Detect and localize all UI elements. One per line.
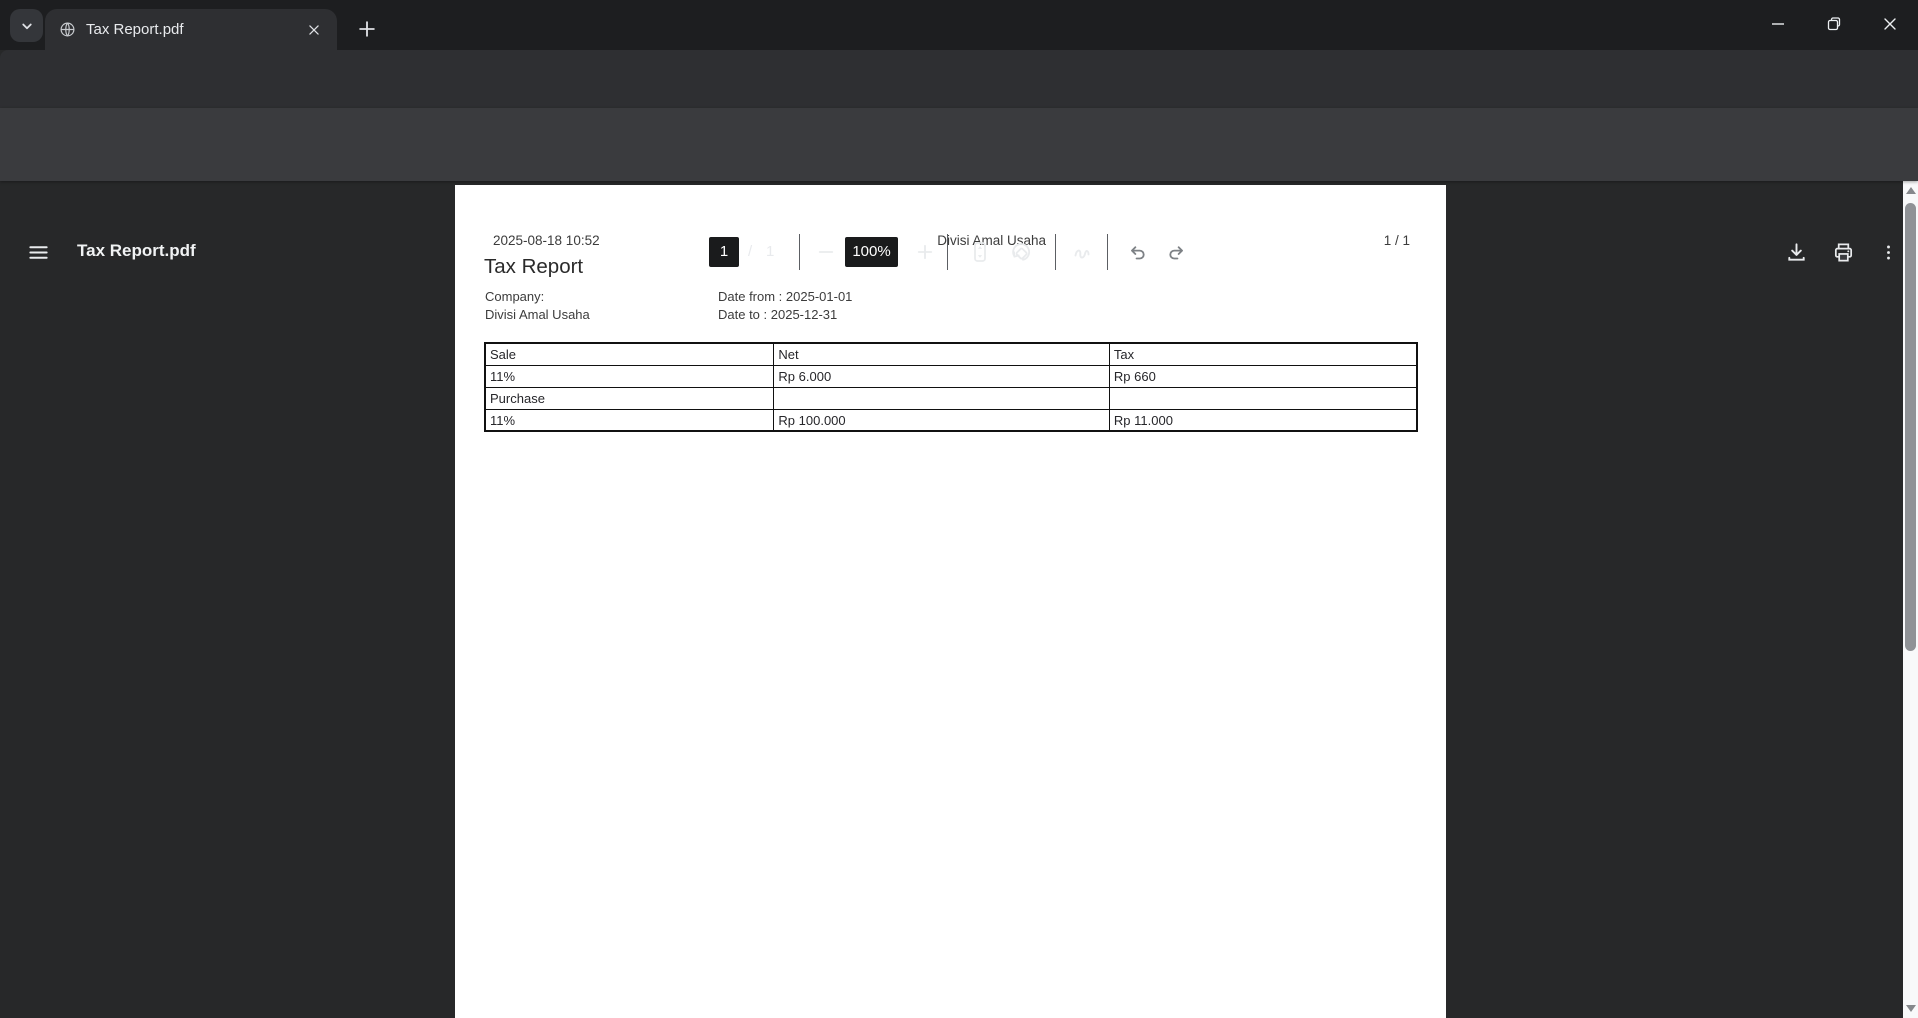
- tab-search-button[interactable]: [10, 9, 43, 42]
- pdf-page: 2025-08-18 10:52 Divisi Amal Usaha 1 / 1…: [455, 185, 1446, 1018]
- print-button[interactable]: [1823, 232, 1863, 272]
- table-row: 11% Rp 100.000 Rp 11.000: [485, 409, 1417, 431]
- scrollbar-thumb[interactable]: [1905, 203, 1916, 651]
- table-cell: [1109, 387, 1417, 409]
- annotate-icon: [1070, 240, 1094, 264]
- company-name: Divisi Amal Usaha: [485, 306, 590, 324]
- tax-table: Sale Net Tax 11% Rp 6.000 Rp 660 Purchas…: [484, 342, 1418, 432]
- rotate-button[interactable]: [1000, 232, 1040, 272]
- print-icon: [1832, 241, 1855, 264]
- zoom-level[interactable]: 100%: [845, 237, 898, 267]
- report-datetime: 2025-08-18 10:52: [493, 233, 600, 248]
- table-cell: Sale: [485, 343, 774, 365]
- table-row: 11% Rp 6.000 Rp 660: [485, 365, 1417, 387]
- date-to: Date to : 2025-12-31: [718, 306, 852, 324]
- date-from: Date from : 2025-01-01: [718, 288, 852, 306]
- hamburger-icon: [27, 241, 50, 264]
- globe-icon: [59, 21, 76, 38]
- table-cell: Rp 100.000: [774, 409, 1110, 431]
- report-header-row: 2025-08-18 10:52 Divisi Amal Usaha 1 / 1: [493, 233, 1410, 248]
- pdf-toolbar-separator: [1055, 234, 1056, 270]
- table-cell: 11%: [485, 365, 774, 387]
- tab-close-button[interactable]: [303, 19, 325, 41]
- close-icon: [1882, 16, 1898, 32]
- table-cell: Net: [774, 343, 1110, 365]
- table-row: Sale Net Tax: [485, 343, 1417, 365]
- redo-button[interactable]: [1157, 232, 1197, 272]
- kebab-menu-icon: [1879, 243, 1898, 262]
- vertical-scrollbar[interactable]: [1903, 181, 1918, 1018]
- table-cell: 11%: [485, 409, 774, 431]
- restore-icon: [1826, 16, 1842, 32]
- pdf-download-button[interactable]: [1776, 232, 1816, 272]
- tab-title: Tax Report.pdf: [86, 21, 303, 38]
- minus-icon: [816, 242, 836, 262]
- report-page-indicator: 1 / 1: [1384, 233, 1410, 248]
- pdf-toolbar: Tax Report.pdf 1 / 1 100%: [0, 108, 1918, 181]
- pdf-toolbar-separator: [947, 234, 948, 270]
- plus-icon: [915, 242, 935, 262]
- browser-tab[interactable]: Tax Report.pdf: [45, 9, 337, 50]
- table-cell: Rp 11.000: [1109, 409, 1417, 431]
- browser-toolbar: File C:/Users/muhmm/Downloads/Tax%20Repo…: [0, 50, 1918, 108]
- scroll-up-button[interactable]: [1903, 182, 1918, 199]
- restore-button[interactable]: [1806, 0, 1862, 48]
- close-window-button[interactable]: [1862, 0, 1918, 48]
- page-number-input[interactable]: 1: [709, 237, 739, 267]
- table-cell: Tax: [1109, 343, 1417, 365]
- pdf-toolbar-separator: [1107, 234, 1108, 270]
- pdf-menu-button[interactable]: [18, 232, 58, 272]
- scroll-down-button[interactable]: [1903, 1000, 1918, 1017]
- pdf-toolbar-separator: [799, 234, 800, 270]
- chevron-down-icon: [18, 17, 36, 35]
- triangle-up-icon: [1906, 187, 1916, 194]
- download-icon: [1785, 241, 1808, 264]
- table-cell: Rp 660: [1109, 365, 1417, 387]
- date-range-block: Date from : 2025-01-01 Date to : 2025-12…: [718, 288, 852, 324]
- table-cell: [774, 387, 1110, 409]
- close-icon: [307, 23, 321, 37]
- plus-icon: [356, 18, 378, 40]
- page-separator: /: [748, 243, 752, 260]
- undo-button[interactable]: [1117, 232, 1157, 272]
- fit-to-page-button[interactable]: [960, 232, 1000, 272]
- table-cell: Rp 6.000: [774, 365, 1110, 387]
- table-row: Purchase: [485, 387, 1417, 409]
- rotate-icon: [1008, 240, 1032, 264]
- pdf-viewer: 2025-08-18 10:52 Divisi Amal Usaha 1 / 1…: [0, 181, 1918, 1018]
- new-tab-button[interactable]: [352, 14, 382, 44]
- pdf-document-title: Tax Report.pdf: [77, 241, 196, 261]
- tab-strip: Tax Report.pdf: [0, 0, 1918, 50]
- company-label: Company:: [485, 288, 590, 306]
- annotate-button[interactable]: [1062, 232, 1102, 272]
- redo-icon: [1166, 241, 1188, 263]
- table-cell: Purchase: [485, 387, 774, 409]
- window-controls: [1750, 0, 1918, 48]
- zoom-out-button[interactable]: [806, 232, 846, 272]
- fit-page-icon: [968, 240, 992, 264]
- pdf-more-options-button[interactable]: [1868, 232, 1908, 272]
- company-block: Company: Divisi Amal Usaha: [485, 288, 590, 324]
- triangle-down-icon: [1906, 1005, 1916, 1012]
- undo-icon: [1126, 241, 1148, 263]
- page-total: 1: [766, 243, 774, 260]
- minimize-icon: [1770, 16, 1786, 32]
- zoom-in-button[interactable]: [905, 232, 945, 272]
- minimize-button[interactable]: [1750, 0, 1806, 48]
- report-title: Tax Report: [484, 255, 583, 279]
